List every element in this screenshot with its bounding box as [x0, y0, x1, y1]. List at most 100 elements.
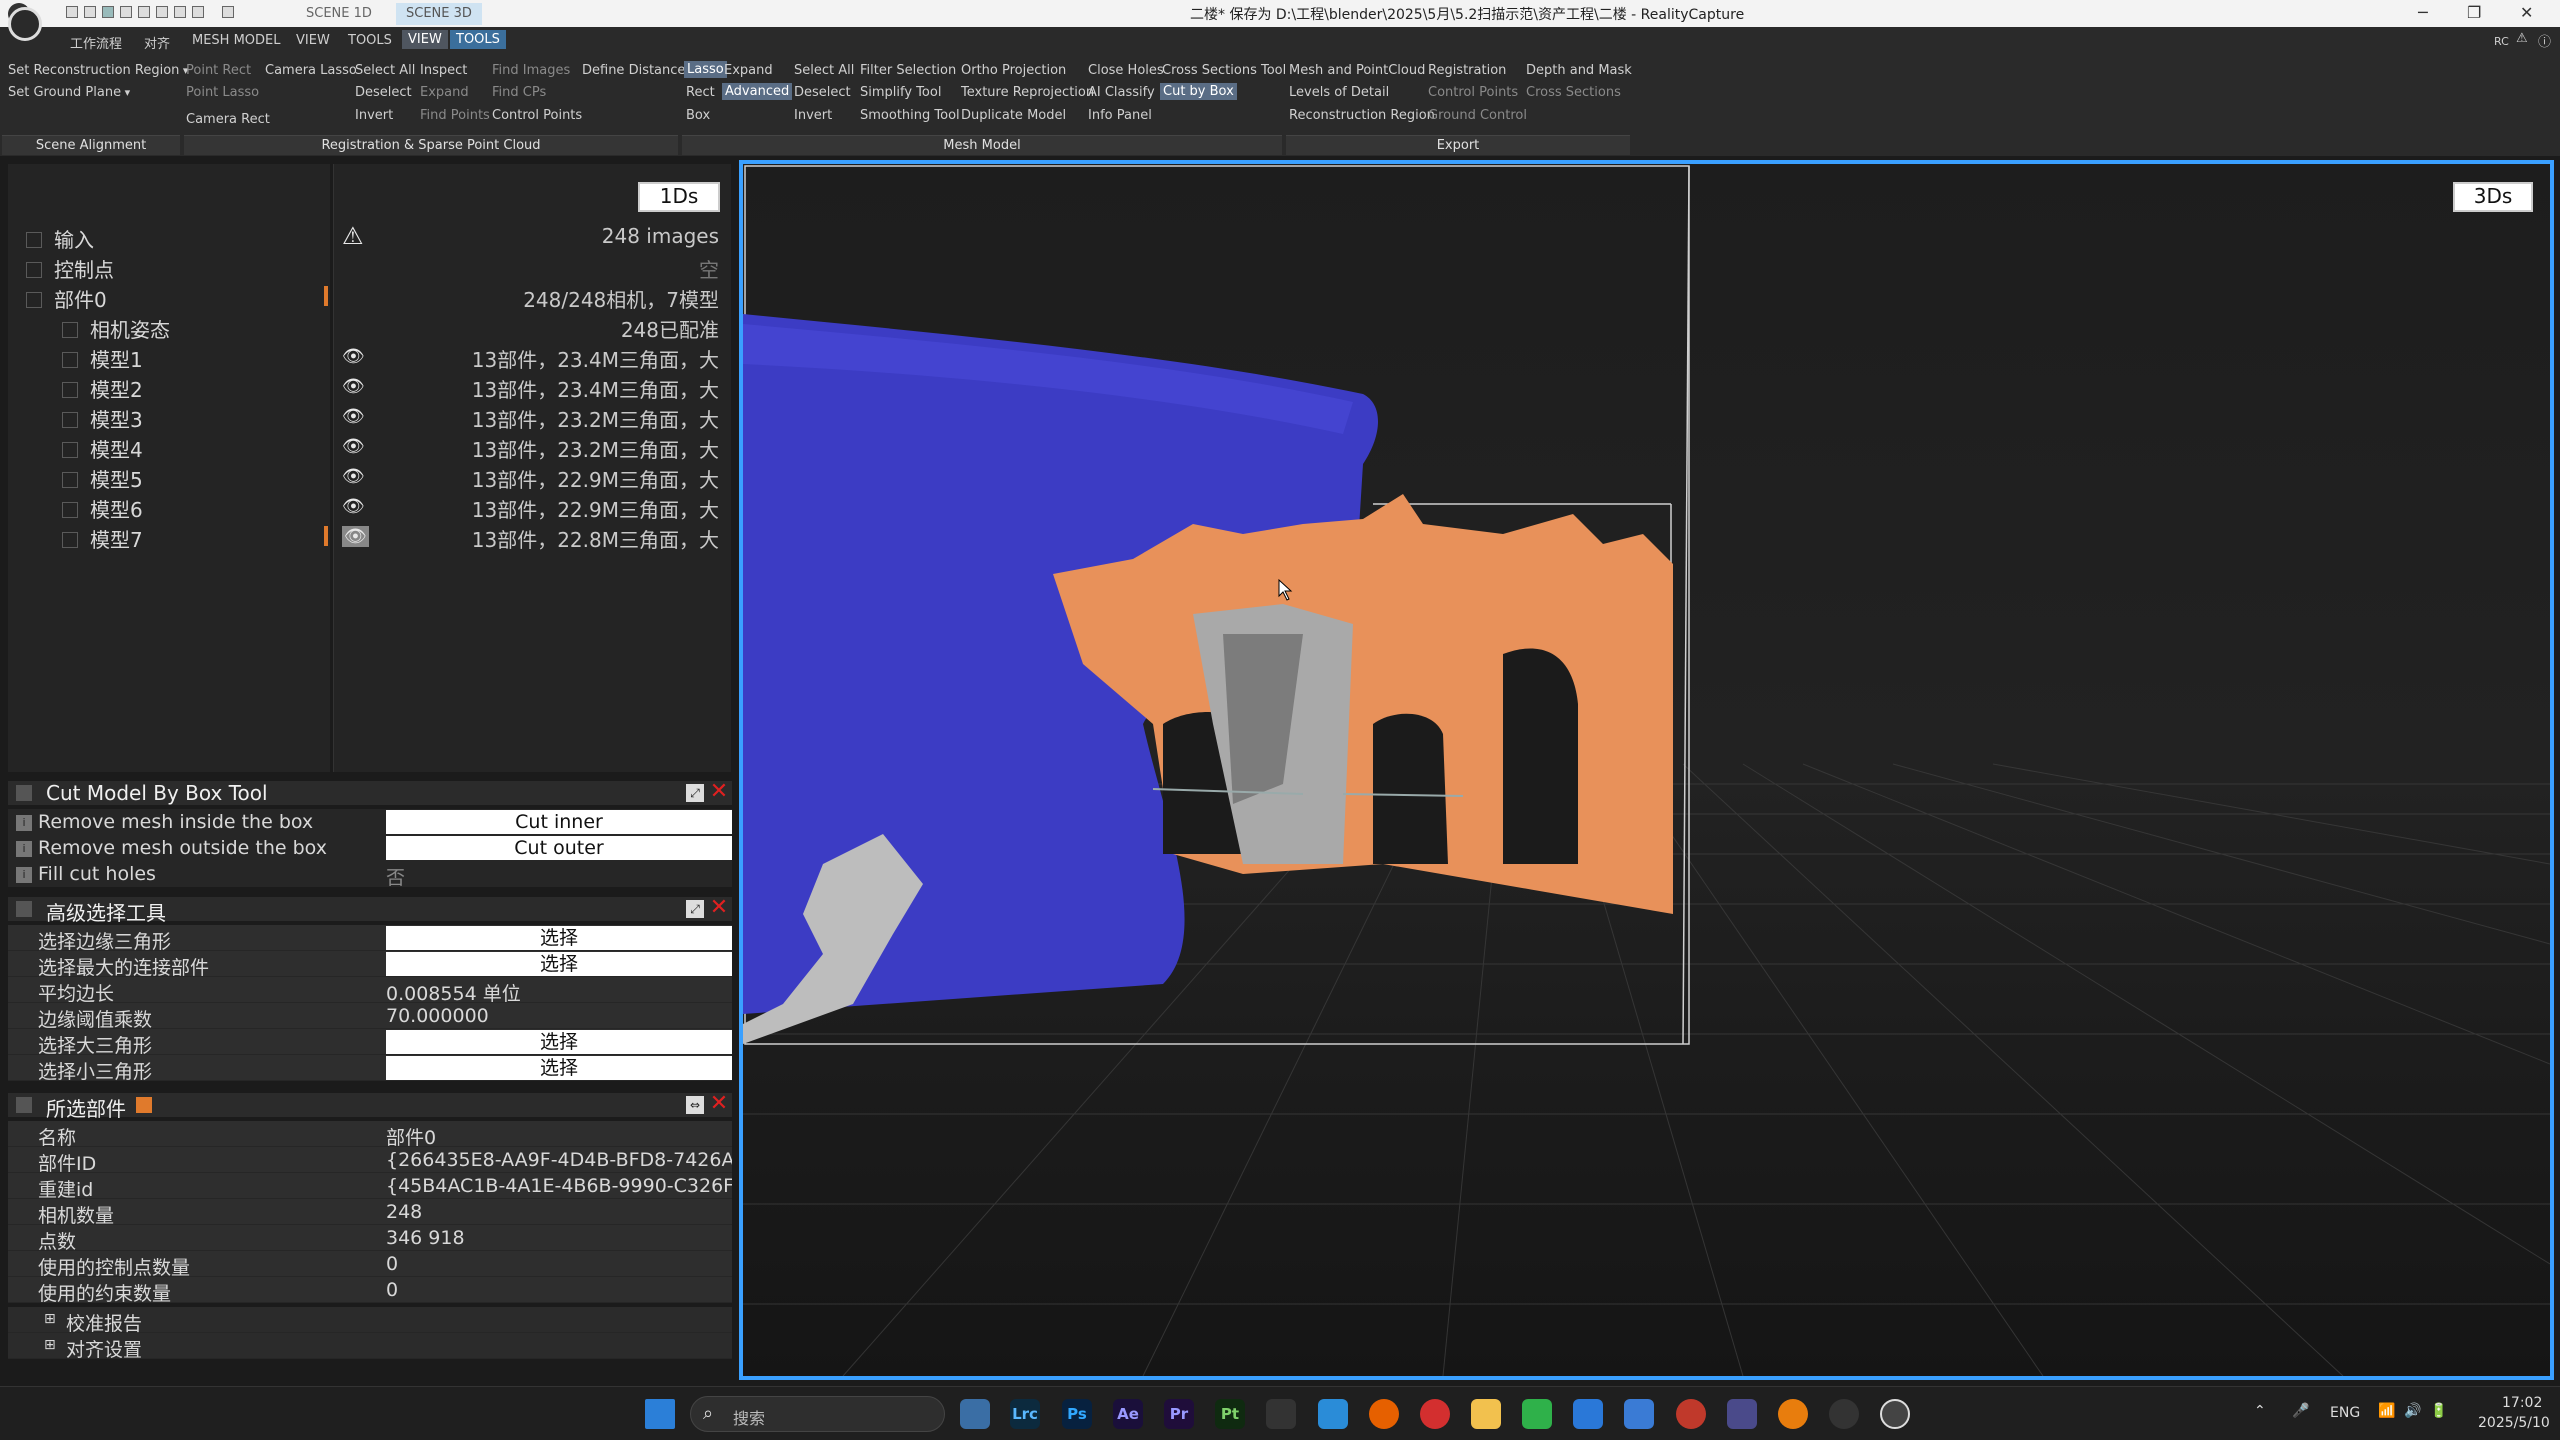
close-panel-icon[interactable]: ✕ — [708, 897, 730, 920]
select-small-button[interactable]: 选择 — [386, 1056, 732, 1080]
tree-item-model6[interactable]: 模型6 — [62, 494, 143, 523]
mesh-expand-button[interactable]: Expand — [724, 63, 773, 78]
invert-button[interactable]: Invert — [355, 108, 393, 123]
advanced-button[interactable]: Advanced — [722, 83, 793, 100]
language-indicator[interactable]: ENG — [2330, 1405, 2360, 1421]
start-windows-icon[interactable] — [645, 1399, 675, 1429]
deselect-button[interactable]: Deselect — [355, 85, 412, 100]
mesh-invert-button[interactable]: Invert — [794, 108, 832, 123]
find-cps-button[interactable]: Find CPs — [492, 85, 546, 100]
export-depth-mask-button[interactable]: Depth and Mask — [1526, 63, 1632, 78]
fill-holes-value[interactable]: 否 — [386, 863, 732, 890]
layout-icon[interactable] — [84, 6, 96, 18]
expand-box-icon[interactable] — [62, 471, 78, 488]
3d-viewport[interactable]: 3Ds — [739, 160, 2554, 1380]
netease-music-icon[interactable] — [1420, 1399, 1450, 1429]
tree-item-control-points[interactable]: 控制点 — [26, 254, 114, 283]
export-ground-control-button[interactable]: Ground Control — [1428, 108, 1527, 123]
point-lasso-button[interactable]: Point Lasso — [186, 85, 259, 100]
camera-rect-button[interactable]: Camera Rect — [186, 112, 270, 127]
mesh-deselect-button[interactable]: Deselect — [794, 85, 851, 100]
find-images-button[interactable]: Find Images — [492, 63, 570, 78]
export-mesh-pointcloud-button[interactable]: Mesh and PointCloud — [1289, 63, 1425, 78]
photoshop-icon[interactable]: Ps — [1062, 1399, 1092, 1429]
expand-plus-icon[interactable]: ⊞ — [44, 1337, 56, 1353]
tree-item-model3[interactable]: 模型3 — [62, 404, 143, 433]
layout-icon[interactable] — [120, 6, 132, 18]
pin-icon[interactable]: ⇔ — [686, 1096, 704, 1114]
tree-item-camera-poses[interactable]: 相机姿态 — [62, 314, 170, 343]
tree-item-model2[interactable]: 模型2 — [62, 374, 143, 403]
drag-grip-icon[interactable] — [16, 901, 32, 917]
warning-icon[interactable]: ⚠ — [342, 222, 364, 250]
cut-inner-button[interactable]: Cut inner — [386, 810, 732, 834]
warning-icon[interactable]: ⚠ — [2516, 31, 2528, 46]
expand-box-icon[interactable] — [26, 261, 42, 278]
close-holes-button[interactable]: Close Holes — [1088, 63, 1164, 78]
1ds-button[interactable]: 1Ds — [638, 182, 720, 212]
select-large-button[interactable]: 选择 — [386, 1030, 732, 1054]
simplify-tool-button[interactable]: Simplify Tool — [860, 85, 941, 100]
substance-painter-icon[interactable]: Pt — [1215, 1399, 1245, 1429]
visibility-eye-icon[interactable]: 👁 — [342, 496, 365, 517]
menu-context-view[interactable]: VIEW — [402, 30, 448, 49]
set-ground-plane-button[interactable]: Set Ground Plane — [8, 85, 130, 100]
define-distance-button[interactable]: Define Distance — [582, 63, 685, 78]
expand-box-icon[interactable] — [62, 351, 78, 368]
menu-alignment[interactable]: 对齐 — [144, 33, 170, 52]
premiere-icon[interactable]: Pr — [1164, 1399, 1194, 1429]
expand-box-icon[interactable] — [62, 501, 78, 518]
tree-item-model5[interactable]: 模型5 — [62, 464, 143, 493]
close-panel-icon[interactable]: ✕ — [708, 781, 730, 804]
cut-outer-button[interactable]: Cut outer — [386, 836, 732, 860]
alignment-settings-group[interactable]: ⊞ 对齐设置 — [8, 1333, 732, 1361]
tree-item-input[interactable]: 输入 — [26, 224, 94, 253]
calibration-report-group[interactable]: ⊞ 校准报告 — [8, 1307, 732, 1335]
find-points-button[interactable]: Find Points — [420, 108, 490, 123]
layout-icon[interactable] — [66, 6, 78, 18]
mesh-select-all-button[interactable]: Select All — [794, 63, 854, 78]
battery-icon[interactable]: 🔋 — [2430, 1403, 2447, 1419]
smoothing-tool-button[interactable]: Smoothing Tool — [860, 108, 960, 123]
after-effects-icon[interactable]: Ae — [1113, 1399, 1143, 1429]
close-panel-icon[interactable]: ✕ — [708, 1093, 730, 1116]
pin-icon[interactable]: ⤢ — [686, 900, 704, 918]
select-all-button[interactable]: Select All — [355, 63, 415, 78]
layout-icon[interactable] — [222, 6, 234, 18]
ai-classify-button[interactable]: AI Classify — [1088, 85, 1155, 100]
search-box[interactable]: ⌕ 搜索 — [690, 1396, 945, 1432]
expand-box-icon[interactable] — [26, 231, 42, 248]
expand-box-icon[interactable] — [62, 411, 78, 428]
maximize-button[interactable]: ❐ — [2467, 3, 2481, 22]
inspect-button[interactable]: Inspect — [420, 63, 467, 78]
menu-tools[interactable]: TOOLS — [348, 33, 392, 48]
feishu-icon[interactable] — [1624, 1399, 1654, 1429]
volume-icon[interactable]: 🔊 — [2404, 1403, 2421, 1419]
rect-button[interactable]: Rect — [686, 85, 715, 100]
visibility-eye-icon[interactable]: 👁 — [342, 466, 365, 487]
layout-icon[interactable] — [192, 6, 204, 18]
filter-selection-button[interactable]: Filter Selection — [860, 63, 956, 78]
app-blue-icon[interactable] — [1318, 1399, 1348, 1429]
menu-view[interactable]: VIEW — [296, 33, 330, 48]
tree-item-model7[interactable]: 模型7 — [62, 524, 143, 553]
clock-date[interactable]: 2025/5/10 — [2478, 1415, 2550, 1431]
select-edge-button[interactable]: 选择 — [386, 926, 732, 950]
visibility-eye-icon[interactable]: 👁 — [342, 376, 365, 397]
control-points-button[interactable]: Control Points — [492, 108, 582, 123]
edge-threshold-input[interactable]: 70.000000 — [386, 1005, 732, 1027]
info-panel-button[interactable]: Info Panel — [1088, 108, 1152, 123]
cat-app-icon[interactable] — [1727, 1399, 1757, 1429]
chrome-icon[interactable] — [1676, 1399, 1706, 1429]
export-registration-button[interactable]: Registration — [1428, 63, 1506, 78]
layout-icon[interactable] — [138, 6, 150, 18]
cut-by-box-button[interactable]: Cut by Box — [1160, 83, 1237, 100]
export-control-points-button[interactable]: Control Points — [1428, 85, 1518, 100]
tab-scene-3d[interactable]: SCENE 3D — [396, 3, 482, 25]
davinci-icon[interactable] — [1266, 1399, 1296, 1429]
expand-box-icon[interactable] — [62, 321, 78, 338]
tree-item-component0[interactable]: 部件0 — [26, 284, 107, 313]
pin-icon[interactable]: ⤢ — [686, 784, 704, 802]
close-button[interactable]: ✕ — [2520, 3, 2533, 22]
file-explorer-icon[interactable] — [1471, 1399, 1501, 1429]
